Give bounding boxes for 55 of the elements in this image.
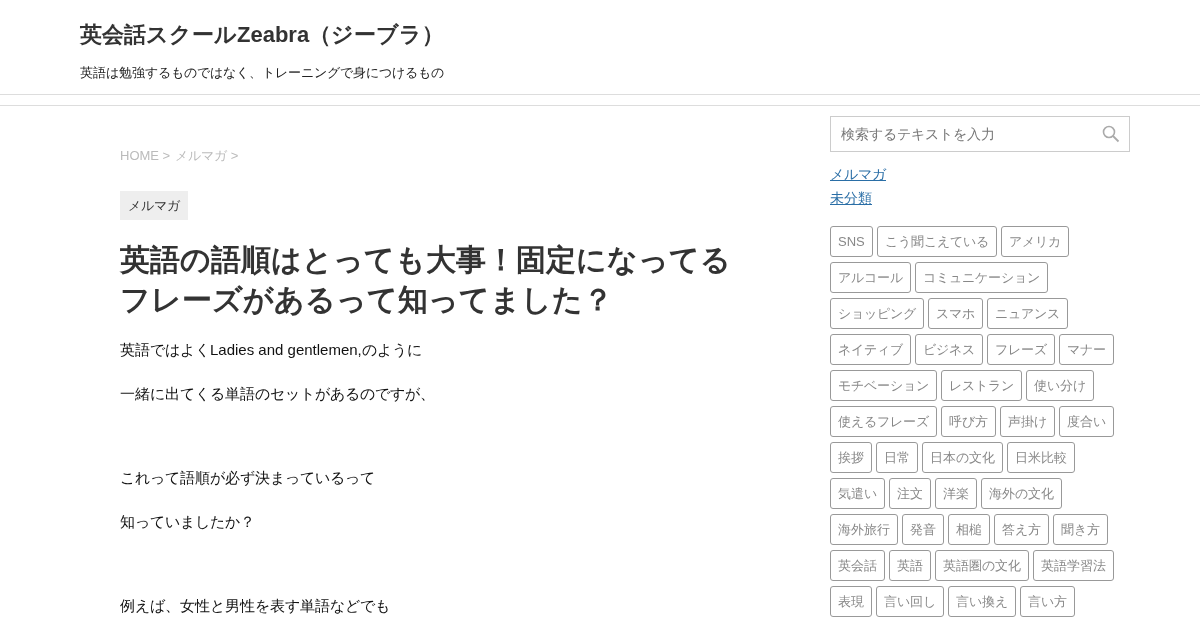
search-icon[interactable]: [1102, 125, 1120, 143]
tag-link[interactable]: マナー: [1059, 334, 1114, 365]
tag-link[interactable]: アメリカ: [1000, 226, 1069, 257]
article-paragraph: 知っていましたか？: [120, 512, 255, 532]
tag-link[interactable]: 聞き方: [1053, 514, 1108, 545]
tag-link[interactable]: こう聞こえている: [876, 226, 997, 257]
tag-link[interactable]: 日米比較: [1007, 442, 1075, 473]
tag-link[interactable]: ショッピング: [830, 298, 924, 329]
tag-link[interactable]: ネイティブ: [830, 334, 911, 365]
breadcrumb-link[interactable]: HOME >: [120, 147, 171, 165]
tag-link[interactable]: スマホ: [928, 298, 983, 329]
tag-link[interactable]: コミュニケーション: [915, 262, 1048, 293]
tag-link[interactable]: 英会話: [830, 550, 885, 581]
article-title: 英語の語順はとっても大事！固定になってるフレーズがあるって知ってました？: [120, 242, 732, 318]
site-title[interactable]: 英会話スクールZeabra（ジーブラ）: [80, 21, 445, 49]
tag-link[interactable]: ビジネス: [915, 334, 983, 365]
article-paragraph: 英語ではよくLadies and gentlemen,のように: [120, 340, 422, 360]
tag-link[interactable]: 表現: [830, 586, 872, 617]
tag-link[interactable]: 海外旅行: [830, 514, 898, 545]
tag-link[interactable]: 言い換え: [948, 586, 1016, 617]
tag-link[interactable]: 相槌: [948, 514, 990, 545]
tag-link[interactable]: モチベーション: [830, 370, 937, 401]
article-paragraph: 一緒に出てくる単語のセットがあるのですが、: [120, 384, 435, 404]
tag-link[interactable]: アルコール: [830, 262, 911, 293]
category-link[interactable]: メルマガ: [830, 162, 886, 186]
tag-link[interactable]: レストラン: [941, 370, 1022, 401]
tag-link[interactable]: 英語圏の文化: [935, 550, 1029, 581]
tag-link[interactable]: 日常: [876, 442, 918, 473]
tag-link[interactable]: フレーズ: [987, 334, 1055, 365]
tag-link[interactable]: 使い分け: [1026, 370, 1094, 401]
tag-link[interactable]: 声掛け: [1000, 406, 1055, 437]
category-link[interactable]: 未分類: [830, 186, 872, 210]
tag-link[interactable]: 挨拶: [830, 442, 872, 473]
category-label[interactable]: メルマガ: [120, 191, 188, 220]
tag-link[interactable]: 海外の文化: [981, 478, 1062, 509]
tag-link[interactable]: 使えるフレーズ: [830, 406, 937, 437]
site-tagline: 英語は勉強するものではなく、トレーニングで身につけるもの: [80, 64, 444, 82]
tag-link[interactable]: 日本の文化: [922, 442, 1003, 473]
article-paragraph: 例えば、女性と男性を表す単語などでも: [120, 596, 390, 616]
tag-link[interactable]: 洋楽: [935, 478, 977, 509]
breadcrumb-link[interactable]: メルマガ >: [175, 147, 239, 165]
search-field[interactable]: 検索するテキストを入力: [830, 116, 1130, 152]
tag-link[interactable]: SNS: [830, 226, 873, 257]
article-paragraph: これって語順が必ず決まっているって: [120, 468, 375, 488]
tag-link[interactable]: 英語学習法: [1033, 550, 1114, 581]
tag-link[interactable]: 呼び方: [941, 406, 996, 437]
tag-link[interactable]: 答え方: [994, 514, 1049, 545]
tag-link[interactable]: 英語: [889, 550, 931, 581]
tag-link[interactable]: 注文: [889, 478, 931, 509]
tag-link[interactable]: 言い方: [1020, 586, 1075, 617]
tag-link[interactable]: ニュアンス: [987, 298, 1068, 329]
tag-link[interactable]: 気遣い: [830, 478, 885, 509]
tag-link[interactable]: 発音: [902, 514, 944, 545]
tag-link[interactable]: 言い回し: [876, 586, 944, 617]
tag-link[interactable]: 度合い: [1059, 406, 1114, 437]
